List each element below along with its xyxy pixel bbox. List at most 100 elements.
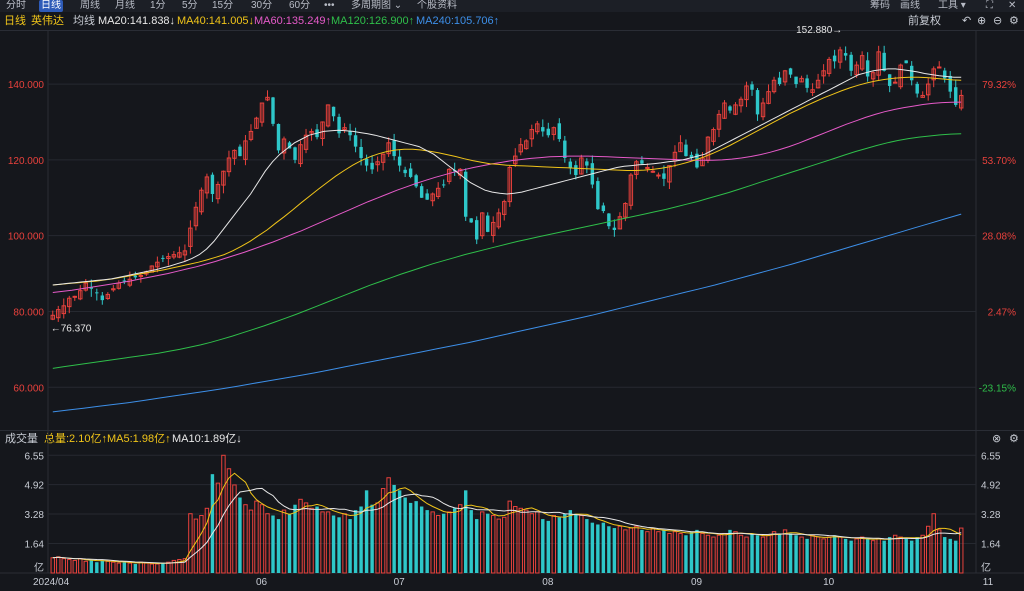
volume-bar xyxy=(882,540,886,573)
volume-bar xyxy=(89,560,94,573)
volume-bar xyxy=(408,502,413,573)
candle-body xyxy=(937,66,942,69)
volume-tick-label: 6.55 xyxy=(25,451,45,462)
candle-body xyxy=(359,147,363,158)
candle-body xyxy=(293,147,297,160)
volume-tick-label-right: 4.92 xyxy=(981,481,1001,492)
volume-bar xyxy=(518,507,523,574)
ma20-line xyxy=(52,68,962,286)
volume-bar xyxy=(452,508,457,573)
volume-bar xyxy=(645,531,650,574)
volume-bar xyxy=(865,538,870,573)
volume-bar xyxy=(359,506,363,573)
candle-body xyxy=(843,53,848,56)
candle-body xyxy=(596,181,600,210)
price-tick-label: 120.000 xyxy=(8,156,45,167)
candle-body xyxy=(419,186,424,198)
volume-bar xyxy=(755,535,760,573)
volume-bar xyxy=(920,534,925,574)
volume-bar xyxy=(700,532,705,574)
volume-bar xyxy=(254,500,259,574)
x-axis-label: 06 xyxy=(256,577,268,588)
volume-bar xyxy=(419,506,424,573)
volume-bar xyxy=(892,534,898,574)
volume-bar xyxy=(667,532,672,574)
volume-bar xyxy=(293,504,297,573)
volume-bar xyxy=(480,511,485,574)
volume-bar xyxy=(684,535,688,573)
volume-bar xyxy=(331,515,336,573)
candle-body xyxy=(408,168,413,177)
volume-bar xyxy=(166,561,171,574)
volume-bar xyxy=(259,504,265,574)
volume-bar xyxy=(628,527,634,574)
volume-bar xyxy=(870,540,876,574)
x-axis-label: 11 xyxy=(983,577,994,588)
price-tick-label: 100.000 xyxy=(8,232,45,243)
volume-bar xyxy=(446,511,452,574)
volume-bar xyxy=(541,519,545,573)
volume-bar xyxy=(826,536,832,574)
volume-bar xyxy=(738,534,744,574)
volume-bar xyxy=(397,490,402,573)
candle-body xyxy=(133,275,138,278)
volume-bar xyxy=(337,517,341,573)
candle-body xyxy=(557,123,562,140)
volume-bar xyxy=(948,538,952,573)
volume-bar xyxy=(78,558,83,574)
volume-bar xyxy=(507,500,512,574)
volume-bar xyxy=(370,504,374,573)
volume-bar xyxy=(574,513,578,573)
volume-bar xyxy=(414,501,418,573)
candle-body xyxy=(601,205,606,212)
volume-bar xyxy=(475,519,479,573)
candle-body xyxy=(574,165,578,176)
volume-bar xyxy=(287,513,292,573)
volume-bar xyxy=(486,513,490,573)
candle-body xyxy=(948,75,952,92)
pct-tick-label: 2.47% xyxy=(988,307,1016,318)
volume-bar xyxy=(281,509,287,574)
volume-bar xyxy=(243,504,248,574)
volume-bar xyxy=(524,509,529,574)
volume-bar xyxy=(617,525,623,574)
candle-body xyxy=(882,52,886,71)
volume-bar xyxy=(915,537,919,573)
candle-body xyxy=(72,295,77,298)
volume-bar xyxy=(199,514,204,574)
volume-bar xyxy=(375,502,380,574)
volume-bar xyxy=(386,477,391,574)
volume-bar xyxy=(733,531,738,574)
candle-body xyxy=(353,135,358,147)
x-axis-label: 2024/04 xyxy=(33,577,70,588)
volume-bar xyxy=(100,560,105,573)
candle-body xyxy=(656,174,661,177)
candle-body xyxy=(238,146,242,157)
candle-body xyxy=(364,158,369,166)
volume-bar xyxy=(144,562,149,574)
volume-bar xyxy=(457,504,463,574)
pct-tick-label: -23.15% xyxy=(979,383,1016,394)
candle-body xyxy=(95,292,99,294)
pct-tick-label: 79.32% xyxy=(982,80,1016,91)
candle-body xyxy=(805,78,809,88)
volume-bar xyxy=(392,484,396,573)
candle-body xyxy=(904,60,908,64)
candle-body xyxy=(425,193,429,200)
kline-chart[interactable]: 140.000 79.32% 120.000 53.70% 100.000 28.08% 8… xyxy=(0,0,1024,591)
candle-body xyxy=(887,74,892,86)
candle-body xyxy=(370,162,374,170)
candle-body xyxy=(546,128,551,136)
volume-bar xyxy=(794,535,798,573)
volume-tick-label: 3.28 xyxy=(25,510,45,521)
volume-bar xyxy=(353,510,358,573)
volume-bar xyxy=(463,490,468,573)
volume-bar xyxy=(161,563,165,573)
candle-body xyxy=(865,60,870,77)
volume-bar xyxy=(782,529,788,574)
price-tick-label: 80.000 xyxy=(13,307,44,318)
volume-bar xyxy=(380,488,386,574)
x-axis-label: 08 xyxy=(542,577,554,588)
candle-body xyxy=(794,76,798,85)
volume-bar xyxy=(837,536,843,574)
